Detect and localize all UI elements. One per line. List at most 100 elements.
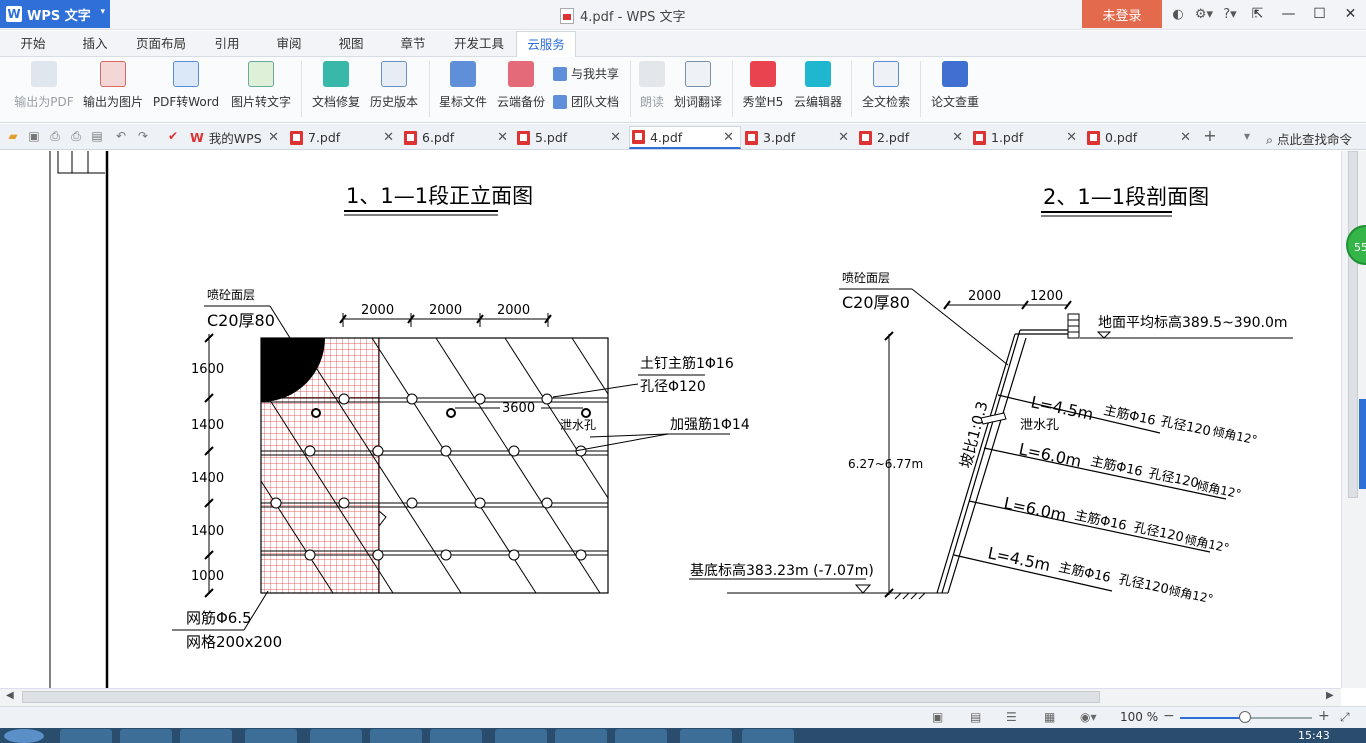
scroll-left-icon[interactable]: ◀ <box>6 690 14 701</box>
menu-developer[interactable]: 开发工具 <box>448 31 510 57</box>
restore-window-icon[interactable]: ⇱ <box>1242 0 1273 28</box>
close-tab-icon[interactable]: ✕ <box>1066 130 1077 145</box>
xiutang-h5-button[interactable]: 秀堂H5 <box>740 61 786 119</box>
tab-4-pdf[interactable]: 4.pdf ✕ <box>629 126 741 149</box>
cloud-editor-button[interactable]: 云编辑器 <box>792 61 844 119</box>
taskbar-app-explorer[interactable] <box>120 729 172 743</box>
tab-6-pdf[interactable]: 6.pdf ✕ <box>404 126 514 149</box>
close-tab-icon[interactable]: ✕ <box>610 130 621 145</box>
taskbar-app-s[interactable] <box>555 729 607 743</box>
xiu-icon <box>750 61 776 87</box>
zoom-level[interactable]: 100 % <box>1120 710 1158 724</box>
taskbar-app-wps[interactable] <box>495 729 547 743</box>
close-tab-icon[interactable]: ✕ <box>268 130 279 145</box>
vertical-scroll-thumb[interactable] <box>1348 151 1358 498</box>
taskbar-app-wechat[interactable] <box>430 729 482 743</box>
menu-page-layout[interactable]: 页面布局 <box>130 31 192 57</box>
new-tab-icon[interactable]: + <box>1203 128 1217 144</box>
doc-repair-button[interactable]: 文档修复 <box>310 61 362 119</box>
close-tab-icon[interactable]: ✕ <box>497 130 508 145</box>
help-icon[interactable]: ?▾ <box>1220 4 1240 24</box>
tab-3-pdf[interactable]: 3.pdf ✕ <box>745 126 855 149</box>
taskbar-app-mail[interactable] <box>370 729 422 743</box>
page-view-icon[interactable]: ▤ <box>970 710 981 724</box>
word-translate-button[interactable]: 划词翻译 <box>672 61 724 119</box>
fullscreen-icon[interactable]: ▣ <box>932 710 943 724</box>
nail-1-bar: 主筋Φ16 <box>1102 402 1157 429</box>
menu-start[interactable]: 开始 <box>8 31 58 57</box>
menu-review[interactable]: 审阅 <box>264 31 314 57</box>
fit-page-icon[interactable]: ⤢ <box>1340 710 1350 725</box>
minimize-button[interactable]: — <box>1273 0 1304 28</box>
open-folder-icon[interactable]: ▰ <box>6 129 20 143</box>
maximize-button[interactable]: ☐ <box>1304 0 1335 28</box>
start-button[interactable] <box>4 729 44 743</box>
close-tab-icon[interactable]: ✕ <box>1180 130 1191 145</box>
app-menu-button[interactable]: W WPS 文字 ▾ <box>0 0 110 28</box>
bookmark-icon[interactable]: ✔ <box>166 129 180 143</box>
wps-logo-icon: W <box>6 6 22 22</box>
redo-icon[interactable]: ↷ <box>136 129 150 143</box>
horizontal-scrollbar[interactable]: ◀ ▶ <box>0 688 1341 706</box>
zoom-slider-knob[interactable] <box>1239 711 1251 723</box>
export-pdf-button[interactable]: 输出为PDF <box>14 61 74 119</box>
close-tab-icon[interactable]: ✕ <box>838 130 849 145</box>
close-button[interactable]: ✕ <box>1335 0 1366 28</box>
menu-reference[interactable]: 引用 <box>202 31 252 57</box>
tab-my-wps[interactable]: W 我的WPS ✕ <box>190 126 285 149</box>
close-tab-icon[interactable]: ✕ <box>723 130 734 145</box>
scroll-right-icon[interactable]: ▶ <box>1326 690 1334 701</box>
zoom-in-icon[interactable]: + <box>1318 708 1330 724</box>
export-icon[interactable]: ⎙ <box>48 129 62 143</box>
login-button[interactable]: 未登录 <box>1082 0 1162 28</box>
full-text-search-button[interactable]: 全文检索 <box>859 61 913 119</box>
skin-icon[interactable]: ◐ <box>1168 4 1188 24</box>
elevation-marker <box>854 584 872 594</box>
shared-with-me-button[interactable]: 与我共享 <box>553 65 619 82</box>
menu-view[interactable]: 视图 <box>326 31 376 57</box>
pdf-file-icon <box>560 7 574 24</box>
taskbar-app-tool[interactable] <box>680 729 732 743</box>
tab-0-pdf[interactable]: 0.pdf ✕ <box>1087 126 1197 149</box>
save-icon[interactable]: ▣ <box>27 129 41 143</box>
menu-chapter[interactable]: 章节 <box>388 31 438 57</box>
taskbar-app-image[interactable] <box>310 729 362 743</box>
horizontal-scroll-thumb[interactable] <box>22 691 1100 703</box>
print-icon[interactable]: ⎙ <box>69 129 83 143</box>
tab-2-pdf[interactable]: 2.pdf ✕ <box>859 126 969 149</box>
menu-cloud-service[interactable]: 云服务 <box>516 31 576 58</box>
history-version-button[interactable]: 历史版本 <box>368 61 420 119</box>
web-view-icon[interactable]: ▦ <box>1044 710 1055 724</box>
dim-right-top-1: 2000 <box>968 289 1001 304</box>
system-clock[interactable]: 15:43 <box>1298 729 1330 742</box>
taskbar-app-browser[interactable] <box>245 729 297 743</box>
taskbar-app-files[interactable] <box>615 729 667 743</box>
tab-5-pdf[interactable]: 5.pdf ✕ <box>517 126 627 149</box>
tab-1-pdf[interactable]: 1.pdf ✕ <box>973 126 1083 149</box>
image-to-text-button[interactable]: 图片转文字 <box>229 61 293 119</box>
preview-icon[interactable]: ▤ <box>90 129 104 143</box>
eye-protection-icon[interactable]: ◉▾ <box>1080 710 1097 724</box>
menu-insert[interactable]: 插入 <box>70 31 120 57</box>
close-tab-icon[interactable]: ✕ <box>383 130 394 145</box>
taskbar-app-chat[interactable] <box>180 729 232 743</box>
read-aloud-button[interactable]: 朗读 <box>636 61 668 119</box>
star-files-button[interactable]: 星标文件 <box>437 61 489 119</box>
team-docs-button[interactable]: 团队文档 <box>553 93 619 110</box>
sidebar-handle[interactable] <box>1359 399 1366 489</box>
export-image-button[interactable]: 输出为图片 <box>82 61 144 119</box>
paper-check-button[interactable]: 论文查重 <box>928 61 982 119</box>
pdf-to-word-button[interactable]: PDF转Word <box>152 61 220 119</box>
taskbar-app-ie[interactable] <box>60 729 112 743</box>
close-tab-icon[interactable]: ✕ <box>952 130 963 145</box>
undo-icon[interactable]: ↶ <box>114 129 128 143</box>
taskbar-app-photo[interactable] <box>742 729 794 743</box>
tab-list-icon[interactable]: ▾ <box>1240 129 1254 143</box>
tab-7-pdf[interactable]: 7.pdf ✕ <box>290 126 400 149</box>
cloud-backup-button[interactable]: 云端备份 <box>495 61 547 119</box>
zoom-out-icon[interactable]: − <box>1163 708 1175 724</box>
document-canvas[interactable]: 1、1—1段正立面图 2000 2000 2000 1600 1400 1400… <box>0 151 1366 688</box>
settings-icon[interactable]: ⚙▾ <box>1194 4 1214 24</box>
outline-view-icon[interactable]: ☰ <box>1006 710 1017 724</box>
find-command-input[interactable]: ⌕ 点此查找命令 <box>1266 129 1352 148</box>
